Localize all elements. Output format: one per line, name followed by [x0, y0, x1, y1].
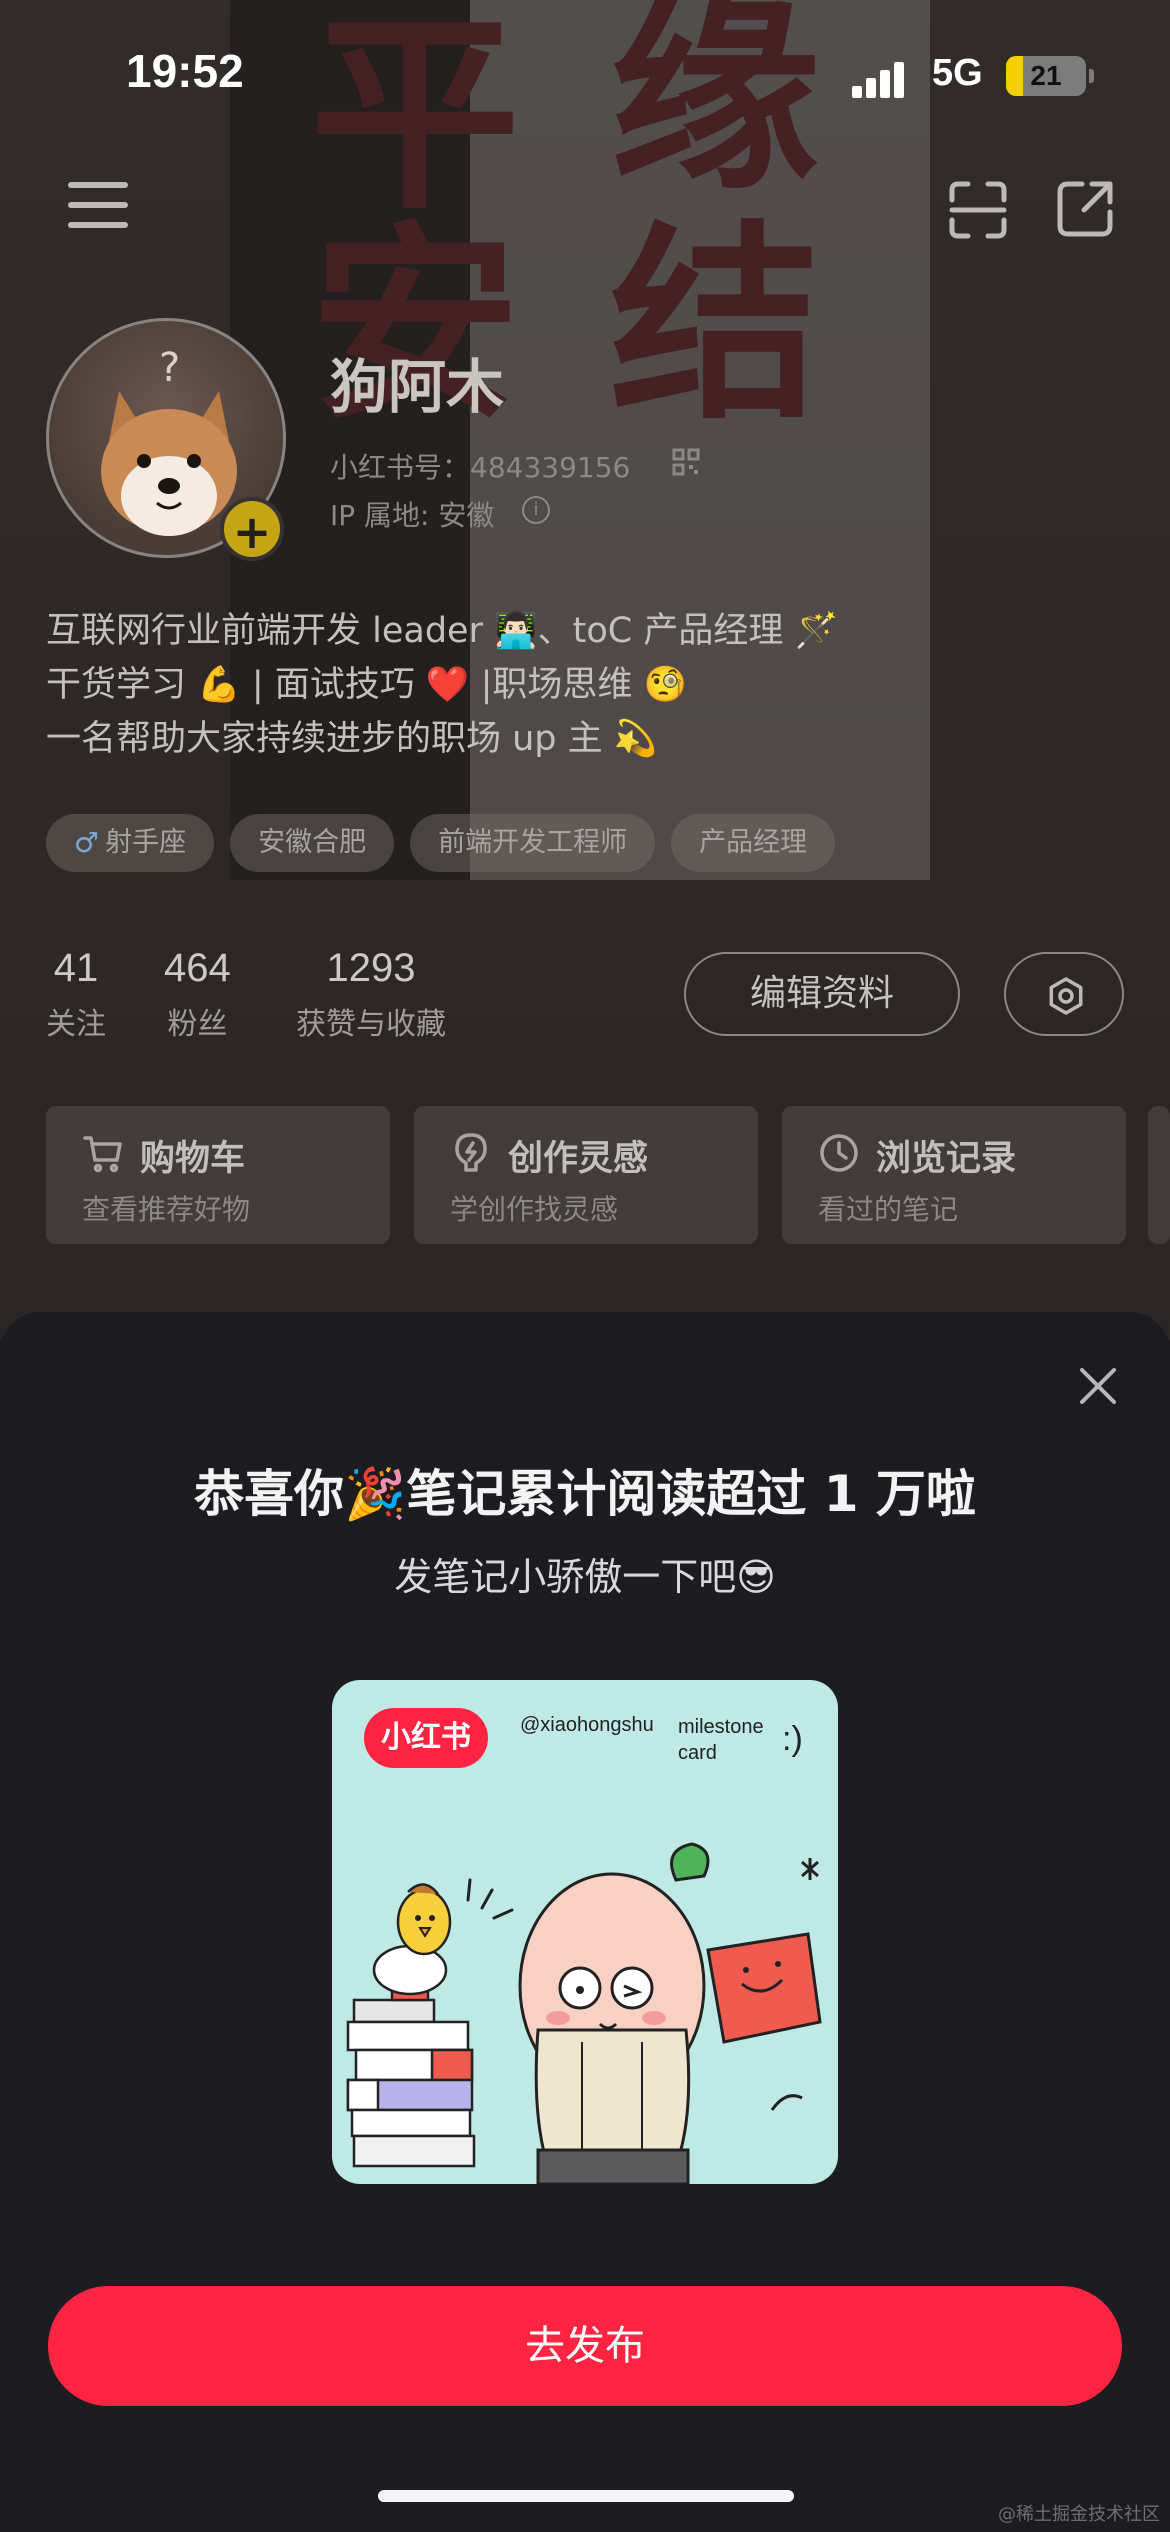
stat-value: 1293: [326, 946, 416, 990]
close-icon[interactable]: [1074, 1362, 1122, 1410]
history-card[interactable]: 浏览记录 看过的笔记: [782, 1106, 1126, 1244]
bio-line: 互联网行业前端开发 leader 👨🏻‍💻、toC 产品经理 🪄: [46, 611, 839, 651]
tag-zodiac[interactable]: ♂ 射手座: [46, 814, 215, 872]
sheet-subtitle: 发笔记小骄傲一下吧😎: [394, 1555, 776, 1599]
qrcode-icon[interactable]: [672, 448, 700, 476]
profile-page: 19:52 5G 21 ? + 狗阿木 小红书号：484339156 IP 属地…: [0, 0, 1170, 1340]
milestone-card: 小红书 @xiaohongshu milestone card :): [332, 1680, 838, 2184]
stat-label: 粉丝: [167, 1007, 228, 1042]
share-icon[interactable]: [1056, 178, 1116, 238]
milestone-illustration: [346, 1842, 822, 2184]
stat-followers[interactable]: 464 粉丝: [164, 946, 231, 1043]
menu-icon[interactable]: [68, 180, 128, 230]
profile-tags: ♂ 射手座 安徽合肥 前端开发工程师 产品经理: [46, 814, 836, 872]
publish-button[interactable]: 去发布: [48, 2286, 1122, 2406]
ip-location: IP 属地: 安徽: [330, 499, 495, 532]
bio: 互联网行业前端开发 leader 👨🏻‍💻、toC 产品经理 🪄 干货学习 💪 …: [46, 604, 838, 766]
stat-following[interactable]: 41 关注: [46, 946, 106, 1043]
stat-value: 41: [53, 946, 99, 990]
avatar-question-mark: ?: [159, 345, 180, 391]
tag-label: 产品经理: [699, 827, 808, 858]
sheet-title: 恭喜你🎉笔记累计阅读超过 1 万啦: [194, 1465, 976, 1523]
clock-icon: [820, 1134, 858, 1172]
card-subtitle: 学创作找灵感: [450, 1193, 619, 1226]
signal-icon: [852, 62, 904, 98]
battery-level: 21: [1030, 60, 1062, 91]
bio-line: 干货学习 💪 | 面试技巧 ❤️ |职场思维 🧐: [46, 665, 688, 705]
stat-value: 464: [164, 946, 231, 990]
xiaohongshu-logo: 小红书: [364, 1708, 488, 1768]
watermark: @稀土掘金技术社区: [998, 2504, 1160, 2525]
card-card-word: card: [678, 1742, 717, 1764]
tag-role[interactable]: 产品经理: [671, 814, 836, 872]
stat-likes[interactable]: 1293 获赞与收藏: [296, 946, 446, 1043]
card-subtitle: 看过的笔记: [818, 1193, 959, 1226]
add-story-button[interactable]: +: [220, 497, 284, 561]
male-icon: ♂: [74, 826, 100, 859]
more-card-peek: [1148, 1106, 1170, 1244]
battery-icon: 21: [1006, 56, 1086, 96]
bio-line: 一名帮助大家持续进步的职场 up 主 💫: [46, 719, 658, 759]
card-subtitle: 查看推荐好物: [82, 1193, 251, 1226]
redbook-id: 小红书号：484339156: [330, 451, 631, 484]
tag-profession[interactable]: 前端开发工程师: [410, 814, 656, 872]
card-smile: :): [782, 1720, 803, 1758]
cart-icon: [83, 1136, 122, 1173]
gear-icon: [1049, 977, 1083, 1015]
info-icon[interactable]: i: [522, 496, 550, 524]
network-type: 5G: [932, 52, 983, 94]
settings-button[interactable]: [1004, 952, 1124, 1036]
battery-cap: [1089, 69, 1094, 83]
card-title: 浏览记录: [876, 1139, 1017, 1179]
inspiration-card[interactable]: 创作灵感 学创作找灵感: [414, 1106, 758, 1244]
tag-label: 射手座: [105, 827, 187, 858]
edit-profile-button[interactable]: 编辑资料: [684, 952, 960, 1036]
card-handle: @xiaohongshu: [520, 1714, 654, 1736]
lightbulb-icon: [455, 1133, 487, 1172]
card-title: 购物车: [140, 1139, 246, 1179]
scan-icon[interactable]: [948, 180, 1008, 240]
status-time: 19:52: [126, 45, 244, 97]
card-milestone-label: milestone card: [678, 1714, 764, 1766]
stat-label: 关注: [46, 1007, 106, 1042]
nickname: 狗阿木: [330, 353, 505, 421]
tag-location[interactable]: 安徽合肥: [230, 814, 395, 872]
cart-card[interactable]: 购物车 查看推荐好物: [46, 1106, 390, 1244]
card-milestone-word: milestone: [678, 1716, 764, 1738]
stat-label: 获赞与收藏: [296, 1007, 446, 1042]
tag-label: 前端开发工程师: [438, 827, 628, 858]
home-indicator[interactable]: [378, 2490, 794, 2502]
card-title: 创作灵感: [508, 1139, 649, 1179]
tag-label: 安徽合肥: [258, 827, 367, 858]
